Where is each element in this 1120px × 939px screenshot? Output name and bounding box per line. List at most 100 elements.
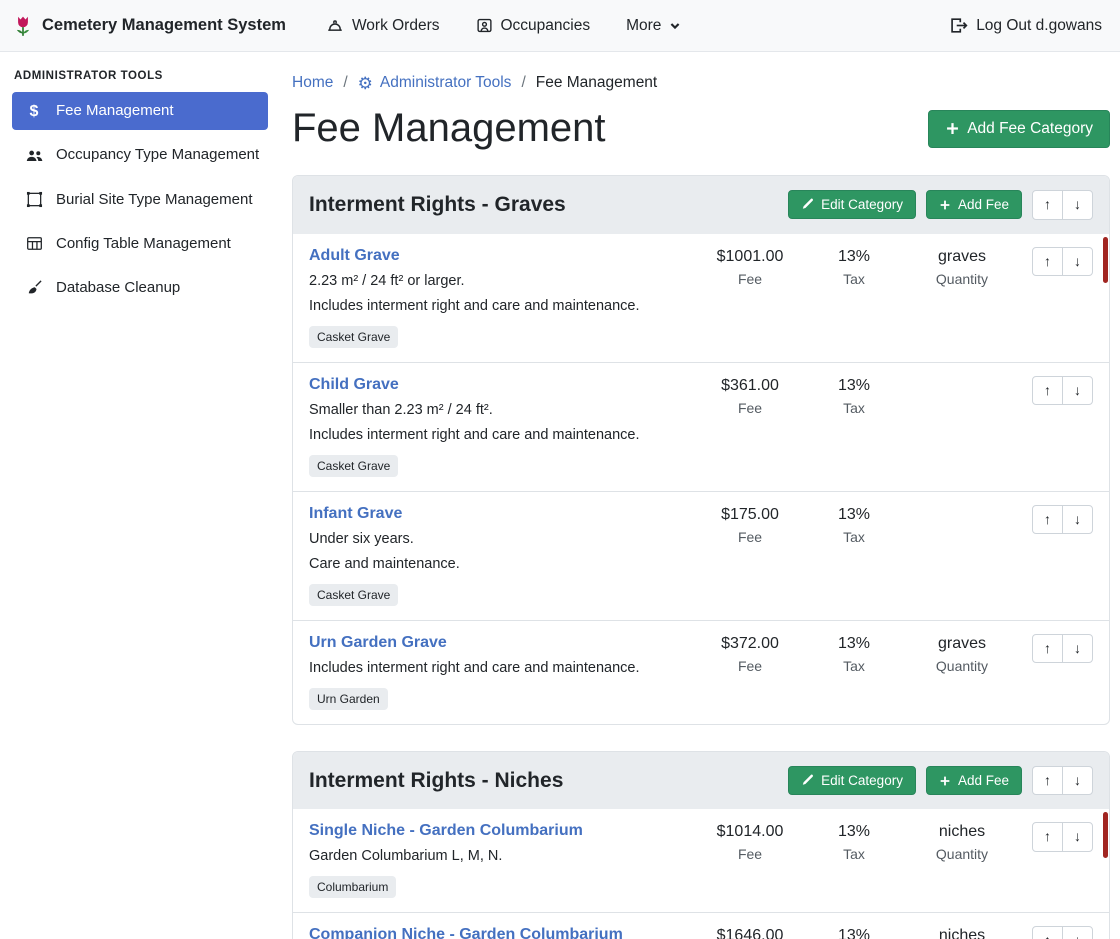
plus-icon [939, 775, 951, 787]
fee-tax: 13% Tax [802, 926, 906, 939]
broom-icon [24, 278, 44, 296]
move-fee-down-button[interactable]: ↓ [1062, 822, 1093, 852]
breadcrumb-separator: / [343, 74, 347, 92]
nav-occupancies-label: Occupancies [501, 17, 591, 35]
fee-amount: $1001.00 Fee [698, 247, 802, 287]
primary-nav: Work Orders Occupancies More [326, 17, 682, 35]
page-title: Fee Management [292, 106, 606, 151]
move-category-down-button[interactable]: ↓ [1062, 766, 1093, 796]
move-fee-up-button[interactable]: ↑ [1032, 634, 1063, 664]
fee-tax: 13% Tax [802, 822, 906, 862]
arrow-down-icon: ↓ [1074, 772, 1081, 788]
add-fee-label: Add Fee [958, 773, 1009, 788]
fee-name-link[interactable]: Companion Niche - Garden Columbarium [309, 926, 623, 939]
edit-category-label: Edit Category [821, 197, 903, 212]
fee-amount: $1646.00 Fee [698, 926, 802, 939]
category-title: Interment Rights - Niches [309, 769, 778, 793]
move-fee-up-button[interactable]: ↑ [1032, 926, 1063, 939]
move-fee-up-button[interactable]: ↑ [1032, 822, 1063, 852]
add-fee-button[interactable]: Add Fee [926, 190, 1022, 219]
plus-icon [939, 199, 951, 211]
nav-work-orders-label: Work Orders [352, 17, 440, 35]
breadcrumb-home[interactable]: Home [292, 74, 333, 92]
nav-more-label: More [626, 17, 661, 35]
arrow-up-icon: ↑ [1044, 932, 1051, 939]
app-brand[interactable]: Cemetery Management System [12, 14, 286, 38]
fee-name-link[interactable]: Child Grave [309, 376, 399, 394]
fee-tag: Casket Grave [309, 584, 398, 606]
category-title: Interment Rights - Graves [309, 193, 778, 217]
fee-reorder-group: ↑ ↓ [1032, 822, 1093, 852]
fee-reorder-group: ↑ ↓ [1032, 247, 1093, 277]
move-fee-down-button[interactable]: ↓ [1062, 634, 1093, 664]
fee-name-link[interactable]: Adult Grave [309, 247, 400, 265]
arrow-down-icon: ↓ [1074, 511, 1081, 527]
fee-amount: $372.00 Fee [698, 634, 802, 674]
edit-category-button[interactable]: Edit Category [788, 190, 916, 219]
sidebar-item-label: Fee Management [56, 101, 174, 121]
scrollbar-thumb[interactable] [1103, 812, 1108, 858]
arrow-up-icon: ↑ [1044, 196, 1051, 212]
sidebar-item-burial-site-type[interactable]: Burial Site Type Management [12, 181, 268, 219]
sidebar-item-label: Burial Site Type Management [56, 190, 253, 210]
fee-name-link[interactable]: Urn Garden Grave [309, 634, 447, 652]
sidebar-item-config-table[interactable]: Config Table Management [12, 225, 268, 263]
fee-quantity: graves Quantity [906, 634, 1018, 674]
move-category-down-button[interactable]: ↓ [1062, 190, 1093, 220]
sidebar-item-fee-management[interactable]: $ Fee Management [12, 92, 268, 130]
arrow-up-icon: ↑ [1044, 253, 1051, 269]
move-fee-down-button[interactable]: ↓ [1062, 505, 1093, 535]
move-fee-up-button[interactable]: ↑ [1032, 376, 1063, 406]
fee-row: Urn Garden Grave Includes interment righ… [293, 621, 1109, 724]
fee-tag: Casket Grave [309, 455, 398, 477]
fee-quantity: niches Quantity [906, 926, 1018, 939]
fee-description: Smaller than 2.23 m² / 24 ft². [309, 400, 692, 421]
chevron-down-icon [669, 20, 681, 32]
fee-reorder-group: ↑ ↓ [1032, 634, 1093, 664]
fee-row: Infant Grave Under six years. Care and m… [293, 492, 1109, 621]
fee-name-link[interactable]: Single Niche - Garden Columbarium [309, 822, 583, 840]
fee-name-link[interactable]: Infant Grave [309, 505, 402, 523]
logout-link[interactable]: Log Out d.gowans [949, 16, 1102, 35]
category-reorder-group: ↑ ↓ [1032, 190, 1093, 220]
fee-tax: 13% Tax [802, 634, 906, 674]
category-reorder-group: ↑ ↓ [1032, 766, 1093, 796]
nav-occupancies[interactable]: Occupancies [476, 17, 591, 35]
category-fee-list: Single Niche - Garden Columbarium Garden… [293, 809, 1109, 939]
table-icon [24, 234, 44, 252]
arrow-down-icon: ↓ [1074, 382, 1081, 398]
fee-reorder-group: ↑ ↓ [1032, 376, 1093, 406]
fee-tag: Casket Grave [309, 326, 398, 348]
fee-category-card-graves: Interment Rights - Graves Edit Category [292, 175, 1110, 725]
scrollbar-thumb[interactable] [1103, 237, 1108, 283]
logout-icon [949, 16, 968, 35]
sidebar-item-label: Occupancy Type Management [56, 145, 259, 165]
fee-description: Care and maintenance. [309, 554, 692, 575]
arrow-down-icon: ↓ [1074, 253, 1081, 269]
move-fee-down-button[interactable]: ↓ [1062, 926, 1093, 939]
breadcrumb-admin-tools[interactable]: ⚙ Administrator Tools [358, 74, 512, 92]
edit-category-label: Edit Category [821, 773, 903, 788]
app-title: Cemetery Management System [42, 16, 286, 35]
move-category-up-button[interactable]: ↑ [1032, 190, 1063, 220]
arrow-down-icon: ↓ [1074, 196, 1081, 212]
sidebar-item-occupancy-type[interactable]: Occupancy Type Management [12, 136, 268, 174]
fee-description: Includes interment right and care and ma… [309, 425, 692, 446]
top-navbar: Cemetery Management System Work Orders [0, 0, 1120, 52]
sidebar: ADMINISTRATOR TOOLS $ Fee Management Occ… [0, 52, 280, 939]
fee-tax: 13% Tax [802, 247, 906, 287]
move-category-up-button[interactable]: ↑ [1032, 766, 1063, 796]
move-fee-up-button[interactable]: ↑ [1032, 505, 1063, 535]
dollar-icon: $ [24, 101, 44, 121]
move-fee-down-button[interactable]: ↓ [1062, 247, 1093, 277]
add-fee-button[interactable]: Add Fee [926, 766, 1022, 795]
add-fee-category-button[interactable]: Add Fee Category [928, 110, 1110, 148]
move-fee-down-button[interactable]: ↓ [1062, 376, 1093, 406]
move-fee-up-button[interactable]: ↑ [1032, 247, 1063, 277]
nav-work-orders[interactable]: Work Orders [326, 17, 440, 35]
nav-more[interactable]: More [626, 17, 681, 35]
plus-icon [945, 121, 960, 136]
edit-category-button[interactable]: Edit Category [788, 766, 916, 795]
sidebar-item-database-cleanup[interactable]: Database Cleanup [12, 269, 268, 307]
fee-row: Adult Grave 2.23 m² / 24 ft² or larger. … [293, 234, 1109, 363]
